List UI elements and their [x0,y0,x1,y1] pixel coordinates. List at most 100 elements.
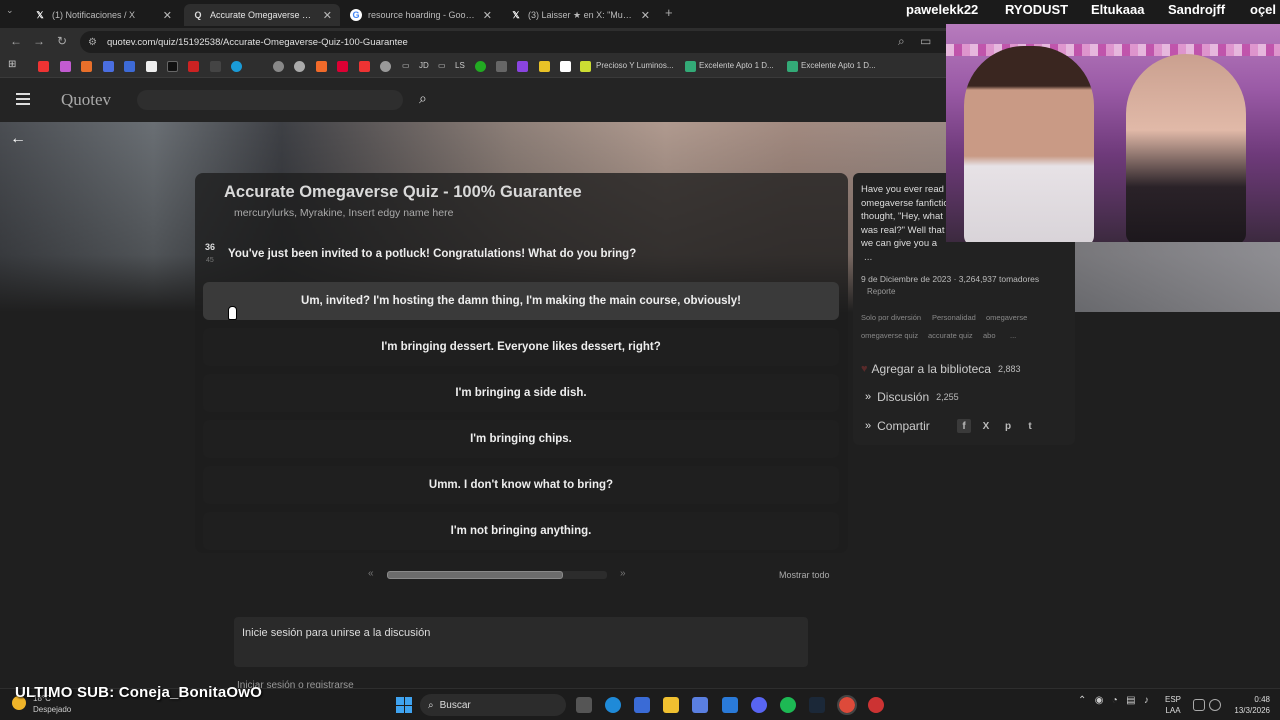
tab-quiz[interactable]: Q Accurate Omegaverse Quiz - 100% Guaran… [184,4,340,26]
close-icon[interactable]: ✕ [163,9,172,22]
next-page-button[interactable]: » [620,568,626,579]
bookmark-icon[interactable] [124,61,135,72]
answer-option[interactable]: I'm not bringing anything. [203,512,839,550]
tag[interactable]: abo [983,331,996,340]
tab-google[interactable]: G resource hoarding - Google Search ✕ [342,4,500,26]
bookmark-item[interactable]: Precioso Y Luminos... [596,61,674,70]
discord-icon[interactable] [751,697,767,713]
bookmark-icon[interactable] [685,61,696,72]
bookmark-folder-ls[interactable]: LS [455,61,465,70]
bookmark-icon[interactable] [294,61,305,72]
search-input[interactable] [137,90,403,110]
file-explorer-icon[interactable] [663,697,679,713]
bookmark-icon[interactable] [103,61,114,72]
close-icon[interactable]: ✕ [641,9,650,22]
edge-icon[interactable] [605,697,621,713]
answer-option[interactable]: Um, invited? I'm hosting the damn thing,… [203,282,839,320]
pinterest-share-icon[interactable]: p [1001,419,1015,433]
bookmark-icon[interactable] [580,61,591,72]
bookmark-icon[interactable] [146,61,157,72]
cast-icon[interactable]: ▭ [920,34,931,48]
network-icon[interactable] [1193,699,1205,711]
facebook-share-icon[interactable]: f [957,419,971,433]
bookmark-icon[interactable] [475,61,486,72]
bookmark-icon[interactable] [517,61,528,72]
menu-icon[interactable] [16,93,30,105]
close-icon[interactable]: ✕ [483,9,492,22]
bookmark-icon[interactable] [81,61,92,72]
site-info-icon[interactable]: ⚙ [88,37,97,48]
tag[interactable]: omegaverse [986,313,1027,322]
bookmark-icon[interactable] [380,61,391,72]
x-bookmark-icon[interactable] [167,61,178,72]
bookmark-icon[interactable] [316,61,327,72]
bookmark-icon[interactable] [560,61,571,72]
chrome-icon[interactable] [837,695,857,715]
reload-icon[interactable]: ↻ [57,34,67,48]
back-arrow-icon[interactable]: ← [10,130,26,148]
close-icon[interactable]: ✕ [323,9,332,22]
volume-icon[interactable] [1209,699,1221,711]
tag[interactable]: ... [1010,331,1016,340]
system-tray[interactable]: ⌃ ◉ ◔ ▤ ♪ [1078,695,1149,706]
share-button[interactable]: » Compartir [865,419,930,433]
answer-option[interactable]: I'm bringing a side dish. [203,374,839,412]
tab-notifications[interactable]: 𝕏 (1) Notificaciones / X ✕ [26,4,180,26]
steam-icon[interactable] [809,697,825,713]
answer-option[interactable]: Umm. I don't know what to bring? [203,466,839,504]
address-bar[interactable]: ⚙ quotev.com/quiz/15192538/Accurate-Omeg… [80,31,960,53]
spotify-icon[interactable] [780,697,796,713]
mail-icon[interactable] [722,697,738,713]
answer-option[interactable]: I'm bringing chips. [203,420,839,458]
description-more[interactable]: ... [864,252,872,263]
bookmark-icon[interactable] [787,61,798,72]
quiz-authors[interactable]: mercurylurks, Myrakine, Insert edgy name… [234,207,453,219]
weather-description[interactable]: Despejado [33,705,71,714]
bookmark-item[interactable]: Excelente Apto 1 D... [801,61,876,70]
store-icon[interactable] [634,697,650,713]
copilot-icon[interactable] [692,697,708,713]
discussion-button[interactable]: » Discusión 2,255 [865,390,959,404]
tab-search-chevron-icon[interactable]: ⌄ [6,5,14,16]
taskbar-search[interactable]: ⌕ Buscar [420,694,566,716]
youtube-bookmark-icon[interactable] [38,61,49,72]
show-all-link[interactable]: Mostrar todo [779,570,830,580]
bookmark-icon[interactable] [188,61,199,72]
question-total: 45 [206,257,214,264]
zoom-icon[interactable]: ⌕ [898,34,905,49]
bookmark-icon[interactable] [337,61,348,72]
start-button[interactable] [396,697,412,713]
system-clock[interactable]: 0:48 13/3/2026 [1225,694,1270,716]
discussion-login-box[interactable]: Inicie sesión para unirse a la discusión [234,617,808,667]
app-icon[interactable] [868,697,884,713]
bookmark-icon[interactable] [273,61,284,72]
bookmark-icon[interactable] [359,61,370,72]
forward-icon[interactable]: → [33,34,45,48]
search-icon[interactable]: ⌕ [419,90,427,107]
bookmark-icon[interactable] [496,61,507,72]
tag[interactable]: Solo por diversión [861,313,921,322]
task-view-icon[interactable] [576,697,592,713]
bookmark-icon[interactable] [210,61,221,72]
back-icon[interactable]: ← [10,34,22,48]
x-share-icon[interactable]: X [979,419,993,433]
apps-grid-icon[interactable]: ⊞ [8,59,16,70]
tag[interactable]: accurate quiz [928,331,973,340]
tumblr-share-icon[interactable]: t [1023,419,1037,433]
add-to-library-button[interactable]: ♥ Agregar a la biblioteca 2,883 [861,362,1020,376]
bookmark-item[interactable]: Excelente Apto 1 D... [699,61,774,70]
hand-cursor-icon [228,306,237,320]
tag[interactable]: omegaverse quiz [861,331,918,340]
bookmark-folder-jd[interactable]: JD [419,61,429,70]
language-indicator[interactable]: ESP LAA [1165,694,1181,716]
new-tab-icon[interactable]: + [665,5,673,20]
bookmark-icon[interactable] [539,61,550,72]
bookmark-icon[interactable] [60,61,71,72]
site-logo[interactable]: Quotev [61,90,111,110]
tag[interactable]: Personalidad [932,313,976,322]
tab-x-post[interactable]: 𝕏 (3) Laisser ★ en X: "Muñecos de ✕ [502,4,658,26]
previous-page-button[interactable]: « [368,568,374,579]
bookmark-icon[interactable] [231,61,242,72]
report-link[interactable]: Reporte [867,287,895,296]
answer-option[interactable]: I'm bringing dessert. Everyone likes des… [203,328,839,366]
